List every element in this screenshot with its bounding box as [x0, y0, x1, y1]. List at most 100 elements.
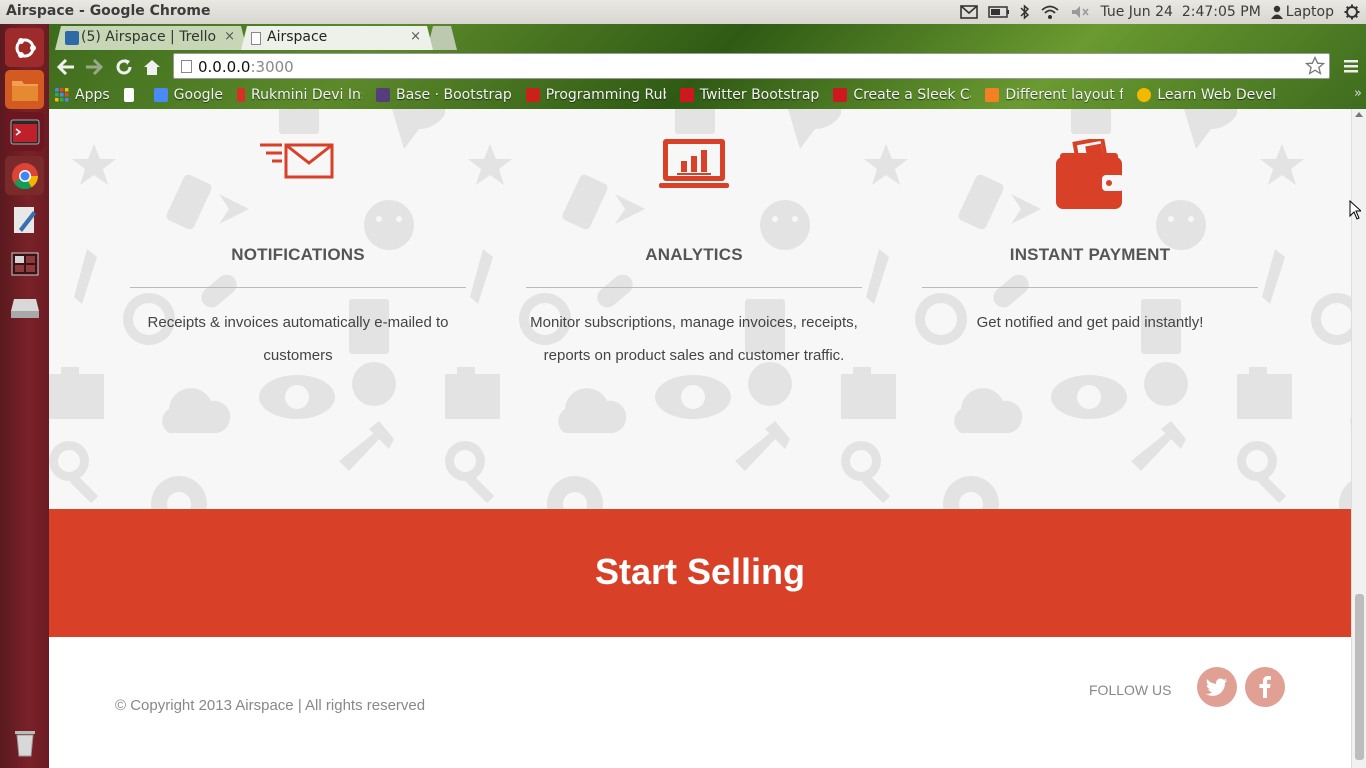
page-icon: [181, 60, 192, 73]
bookmark-label: Apps: [75, 87, 110, 103]
wallet-icon: [1056, 136, 1124, 215]
bookmark-page[interactable]: [123, 88, 140, 102]
feature-divider: [130, 287, 466, 288]
bookmark-learn-web[interactable]: Learn Web Develo: [1137, 87, 1277, 103]
url-port: :3000: [250, 58, 294, 76]
chrome-menu-icon[interactable]: [1343, 58, 1359, 78]
volume-muted-icon[interactable]: [1070, 0, 1090, 24]
trello-favicon-icon: [65, 31, 79, 45]
learn-web-icon: [1137, 88, 1152, 102]
ubuntu-dash-icon[interactable]: [5, 28, 44, 67]
bookmark-label: Programming Ruby: [545, 87, 666, 103]
bookmark-bootstrap[interactable]: Base · Bootstrap: [376, 87, 512, 103]
forward-button[interactable]: [83, 56, 105, 78]
bookmark-apps[interactable]: Apps: [55, 87, 110, 103]
follow-us-label: FOLLOW US: [1089, 682, 1172, 698]
bookmark-ruby[interactable]: Programming Ruby: [525, 87, 666, 103]
page-favicon-icon: [251, 32, 261, 45]
terminal-icon[interactable]: [5, 112, 44, 151]
top-panel: Airspace - Google Chrome Tue Jun 24 2:47…: [0, 0, 1366, 24]
url-host: 0.0.0.0: [198, 58, 251, 76]
stackoverflow-icon: [985, 88, 1000, 102]
youtube-icon: [679, 88, 694, 102]
feature-divider: [526, 287, 862, 288]
reload-button[interactable]: [113, 56, 135, 78]
bluetooth-icon[interactable]: [1020, 0, 1030, 24]
bookmarks-overflow-icon[interactable]: »: [1354, 86, 1362, 101]
chrome-icon[interactable]: [5, 156, 44, 195]
google-icon: [153, 88, 168, 102]
analytics-monitor-icon: [659, 137, 729, 195]
feature-description: Receipts & invoices automatically e-mail…: [147, 314, 449, 364]
back-arrow-icon: [57, 59, 74, 75]
bookmark-label: Twitter Bootstrap: [699, 87, 820, 103]
footer: © Copyright 2013 Airspace | All rights r…: [49, 637, 1351, 768]
rukmini-icon: [237, 88, 246, 102]
toolbar: 0.0.0.0:3000: [49, 50, 1366, 82]
workspace-icon[interactable]: [5, 244, 44, 283]
ruby-icon: [525, 88, 540, 102]
feature-title: INSTANT PAYMENT: [1009, 245, 1171, 264]
bookmark-rukmini[interactable]: Rukmini Devi Insti: [237, 87, 362, 103]
bookmarks-bar: Apps Google Rukmini Devi Insti Base · Bo…: [55, 82, 1366, 108]
tab-airspace[interactable]: Airspace ×: [241, 26, 433, 50]
reload-icon: [116, 59, 132, 75]
tab-strip: (5) Airspace | Trello × Airspace ×: [55, 26, 451, 50]
user-name: Laptop: [1285, 4, 1334, 20]
bookmark-sleek-calendar[interactable]: Create a Sleek Cale: [833, 87, 971, 103]
mouse-cursor-icon: [1349, 200, 1361, 220]
address-bar[interactable]: 0.0.0.0:3000: [173, 53, 1330, 79]
scroll-thumb[interactable]: [1355, 594, 1364, 760]
youtube-icon: [833, 88, 848, 102]
feature-description: Monitor subscriptions, manage invoices, …: [530, 314, 858, 364]
envelope-icon: [258, 135, 338, 189]
feature-title: NOTIFICATIONS: [231, 245, 365, 264]
home-icon: [144, 60, 160, 75]
text-editor-icon[interactable]: [5, 200, 44, 239]
disk-icon[interactable]: [5, 288, 44, 327]
page-viewport: NOTIFICATIONS Receipts & invoices automa…: [49, 109, 1351, 768]
home-button[interactable]: [141, 56, 163, 78]
bookmark-star-icon[interactable]: [1304, 55, 1326, 80]
tab-trello[interactable]: (5) Airspace | Trello ×: [55, 26, 247, 50]
bookmark-google[interactable]: Google: [153, 87, 224, 103]
tab-close-icon[interactable]: ×: [410, 29, 421, 44]
bookmark-label: Base · Bootstrap: [396, 87, 512, 103]
tab-close-icon[interactable]: ×: [224, 29, 235, 44]
feature-description: Get notified and get paid instantly!: [976, 314, 1204, 331]
apps-grid-icon: [55, 88, 69, 102]
files-icon[interactable]: [5, 70, 44, 109]
wifi-icon[interactable]: [1040, 0, 1060, 24]
bookmark-label: Google: [173, 87, 224, 103]
bookmark-label: Different layout fo: [1005, 87, 1124, 103]
clock[interactable]: Tue Jun 24 2:47:05 PM: [1100, 0, 1260, 24]
indicator-area: Tue Jun 24 2:47:05 PM Laptop: [960, 0, 1360, 24]
bookmark-twitter-bootstrap[interactable]: Twitter Bootstrap: [679, 87, 820, 103]
mail-icon[interactable]: [960, 0, 979, 24]
bookmark-label: Rukmini Devi Insti: [251, 87, 362, 103]
feature-divider: [922, 287, 1258, 288]
trash-icon[interactable]: [5, 722, 44, 761]
scroll-up-arrow-icon[interactable]: [1355, 112, 1363, 117]
user-menu[interactable]: Laptop: [1270, 0, 1334, 24]
copyright-text: © Copyright 2013 Airspace | All rights r…: [115, 697, 426, 714]
battery-icon[interactable]: [988, 0, 1010, 24]
bookmark-label: Learn Web Develo: [1157, 87, 1278, 103]
facebook-icon[interactable]: [1245, 667, 1285, 707]
tab-label: (5) Airspace | Trello: [81, 29, 217, 45]
bootstrap-icon: [376, 88, 391, 102]
browser-chrome: (5) Airspace | Trello × Airspace × 0.0.0…: [49, 24, 1366, 109]
back-button[interactable]: [55, 56, 77, 78]
launcher: [0, 24, 49, 768]
start-selling-banner[interactable]: Start Selling: [49, 509, 1351, 637]
tab-label: Airspace: [267, 29, 328, 45]
user-icon: [1270, 5, 1283, 19]
start-selling-button[interactable]: Start Selling: [595, 551, 805, 593]
feature-title: ANALYTICS: [645, 245, 743, 264]
twitter-icon[interactable]: [1197, 667, 1237, 707]
features-section: NOTIFICATIONS Receipts & invoices automa…: [49, 109, 1351, 509]
forward-arrow-icon: [86, 59, 103, 75]
power-icon[interactable]: [1344, 0, 1360, 24]
bookmark-different-layout[interactable]: Different layout fo: [985, 87, 1123, 103]
page-icon: [123, 88, 134, 102]
